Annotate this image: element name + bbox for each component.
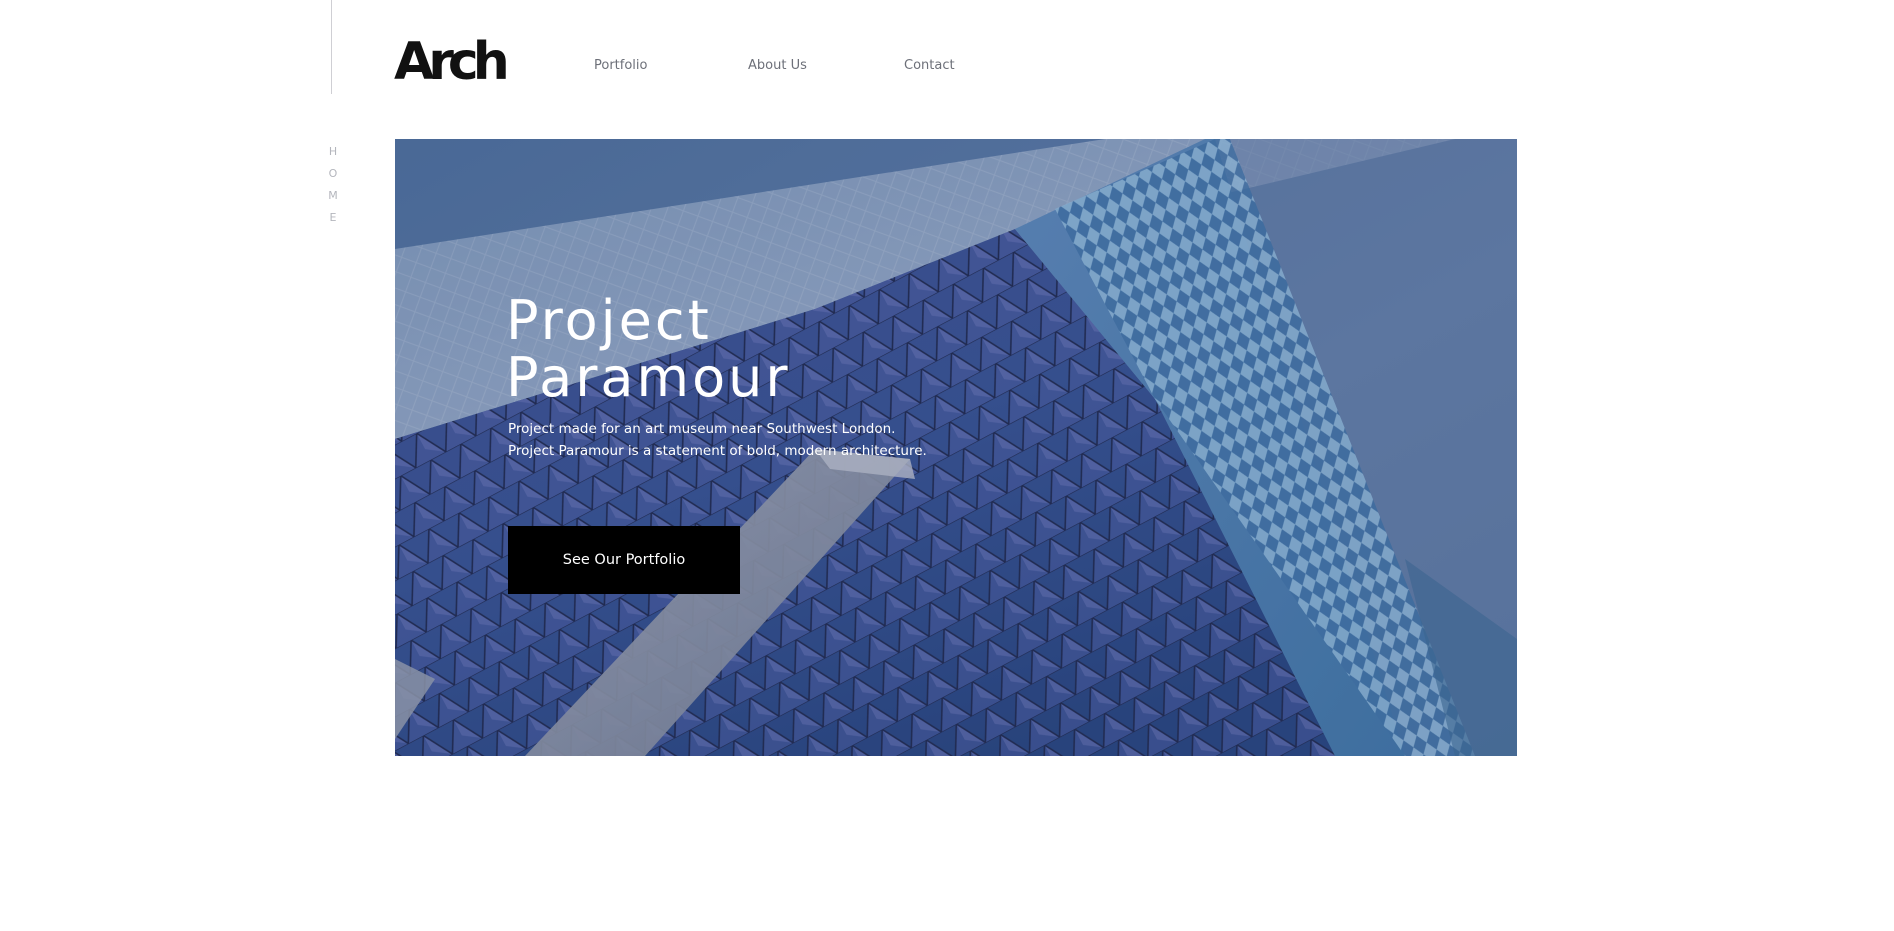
hero-banner: Project Paramour Project made for an art…: [395, 139, 1517, 756]
page-indicator-letter: O: [328, 167, 340, 180]
page-indicator-home: H O M E: [327, 143, 341, 227]
hero-title: Project Paramour: [506, 292, 791, 406]
nav-link-contact[interactable]: Contact: [904, 58, 955, 73]
vertical-divider: [331, 0, 332, 94]
hero-title-line: Project: [506, 289, 712, 352]
main-navigation: Portfolio About Us Contact: [594, 58, 955, 73]
page-indicator-letter: E: [329, 211, 339, 224]
page-indicator-letter: H: [328, 145, 340, 158]
hero-description: Project made for an art museum near Sout…: [508, 418, 927, 462]
hero-title-line: Paramour: [506, 346, 791, 409]
nav-link-about-us[interactable]: About Us: [748, 58, 904, 73]
nav-link-portfolio[interactable]: Portfolio: [594, 58, 748, 73]
hero-description-line: Project Paramour is a statement of bold,…: [508, 443, 927, 459]
hero-description-line: Project made for an art museum near Sout…: [508, 421, 896, 437]
see-our-portfolio-button[interactable]: See Our Portfolio: [508, 526, 740, 594]
page-indicator-letter: M: [328, 189, 340, 202]
site-logo[interactable]: Arch: [394, 32, 510, 92]
